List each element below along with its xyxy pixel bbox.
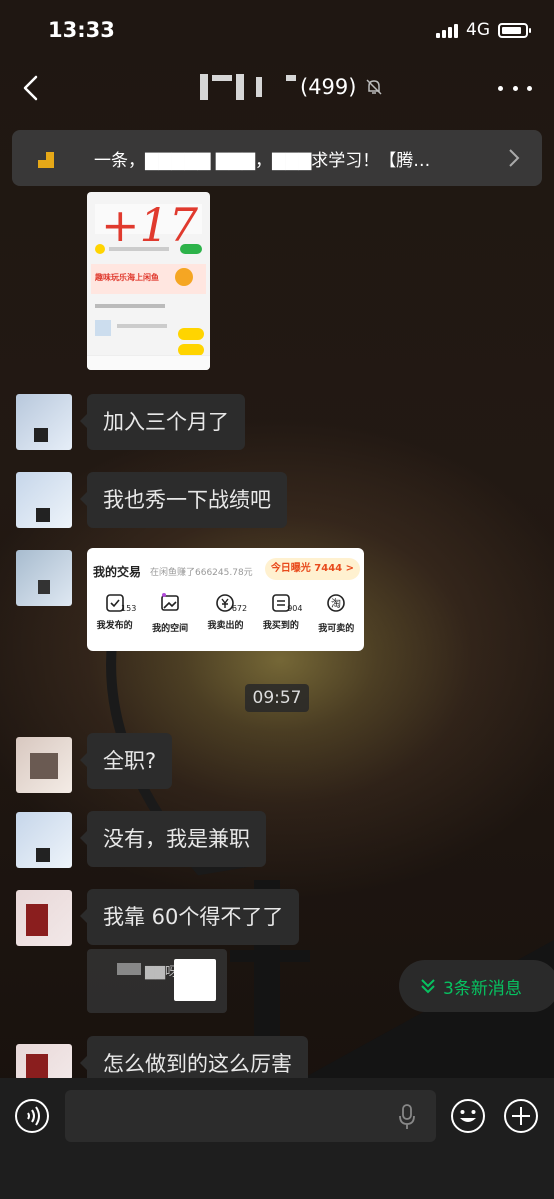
space-icon <box>161 593 179 611</box>
network-label: 4G <box>466 20 490 40</box>
bought-icon <box>272 594 290 612</box>
battery-icon <box>498 22 531 38</box>
card-item-label: 我发布的 <box>96 621 133 631</box>
chevron-right-icon <box>509 149 520 167</box>
signal-icon <box>436 22 458 38</box>
title-blur <box>236 74 244 100</box>
avatar[interactable] <box>16 1044 72 1080</box>
avatar[interactable] <box>16 394 72 450</box>
status-icons: 4G <box>436 20 531 40</box>
avatar[interactable] <box>16 550 72 606</box>
mic-icon[interactable] <box>397 1103 417 1131</box>
chat-title[interactable]: (499) <box>200 74 384 100</box>
exposure-badge: 今日曝光 7444 > <box>264 558 360 580</box>
title-blur <box>200 74 208 100</box>
back-icon[interactable] <box>18 74 46 102</box>
quoted-message[interactable]: ▇▇呀: <box>87 949 227 1013</box>
message-bubble[interactable]: 我也秀一下战绩吧 <box>80 472 287 528</box>
taobao-icon: 淘 <box>327 594 346 612</box>
svg-text:淘: 淘 <box>331 597 341 610</box>
avatar[interactable] <box>16 737 72 793</box>
status-time: 13:33 <box>48 18 115 42</box>
image-btn <box>180 244 202 254</box>
group-announcement[interactable]: 一条，▇▇▇▇▇ ▇▇▇，▇▇▇求学习！【腾… <box>12 130 542 186</box>
message-bubble[interactable]: 加入三个月了 <box>80 394 245 450</box>
message-timestamp: 09:57 <box>245 684 309 712</box>
card-title: 我的交易 <box>93 565 142 579</box>
image-line <box>117 324 167 328</box>
image-line <box>109 247 169 251</box>
more-options-icon[interactable] <box>498 74 532 102</box>
image-thumb <box>95 320 111 336</box>
message-bubble[interactable]: 全职? <box>79 733 173 789</box>
image-tabbar <box>87 355 210 370</box>
voice-icon[interactable] <box>14 1098 50 1134</box>
title-blur <box>256 77 262 97</box>
announcement-icon <box>38 152 54 168</box>
plus-icon[interactable] <box>503 1098 539 1134</box>
image-message[interactable]: +17 趣味玩乐海上闲鱼 <box>87 192 210 370</box>
member-count: (499) <box>300 75 357 99</box>
message-bubble[interactable]: 没有，我是兼职 <box>80 811 266 867</box>
mute-bell-icon <box>366 79 382 95</box>
yen-icon <box>216 594 235 612</box>
new-messages-label: 3条新消息 <box>443 979 522 999</box>
background-crossbar <box>230 950 310 962</box>
card-item-sellable: 淘 我可卖的 <box>309 592 363 634</box>
card-item-label: 我可卖的 <box>318 624 355 634</box>
card-item-label: 我买到的 <box>262 621 299 631</box>
trade-card-message[interactable]: 我的交易 在闲鱼赚了666245.78元 今日曝光 7444 > 153 我发布… <box>87 548 364 651</box>
announcement-text: 一条，▇▇▇▇▇ ▇▇▇，▇▇▇求学习！【腾… <box>94 151 431 171</box>
image-fruit <box>175 268 193 286</box>
new-messages-button[interactable]: 3条新消息 <box>399 960 554 1012</box>
chat-header: (499) <box>0 60 554 116</box>
card-item-sold: 672 我卖出的 <box>198 592 252 634</box>
title-blur <box>286 75 296 81</box>
published-icon <box>105 594 124 612</box>
emoji-icon[interactable] <box>450 1098 486 1134</box>
double-chevron-down-icon <box>421 979 435 994</box>
card-item-label: 我的空间 <box>152 624 189 634</box>
quote-thumbnail <box>174 959 216 1001</box>
card-subtitle: 在闲鱼赚了666245.78元 <box>150 568 253 578</box>
card-item-published: 153 我发布的 <box>88 592 142 634</box>
avatar[interactable] <box>16 890 72 946</box>
image-dot <box>95 244 105 254</box>
avatar[interactable] <box>16 812 72 868</box>
title-blur <box>212 75 232 81</box>
quote-name-blur <box>117 963 141 975</box>
message-input[interactable] <box>65 1090 436 1142</box>
image-btn <box>178 328 204 340</box>
avatar[interactable] <box>16 472 72 528</box>
status-bar: 13:33 4G <box>0 0 554 60</box>
image-line <box>95 304 165 308</box>
card-item-label: 我卖出的 <box>207 621 244 631</box>
card-items: 153 我发布的 我的空间 672 我卖出的 904 我买到的 淘 我可卖的 <box>87 592 364 634</box>
image-banner-text: 趣味玩乐海上闲鱼 <box>95 273 159 282</box>
card-item-space: 我的空间 <box>143 592 197 634</box>
card-item-bought: 904 我买到的 <box>254 592 308 634</box>
input-bar <box>0 1078 554 1199</box>
message-bubble[interactable]: 我靠 60个得不了了 <box>79 889 300 945</box>
